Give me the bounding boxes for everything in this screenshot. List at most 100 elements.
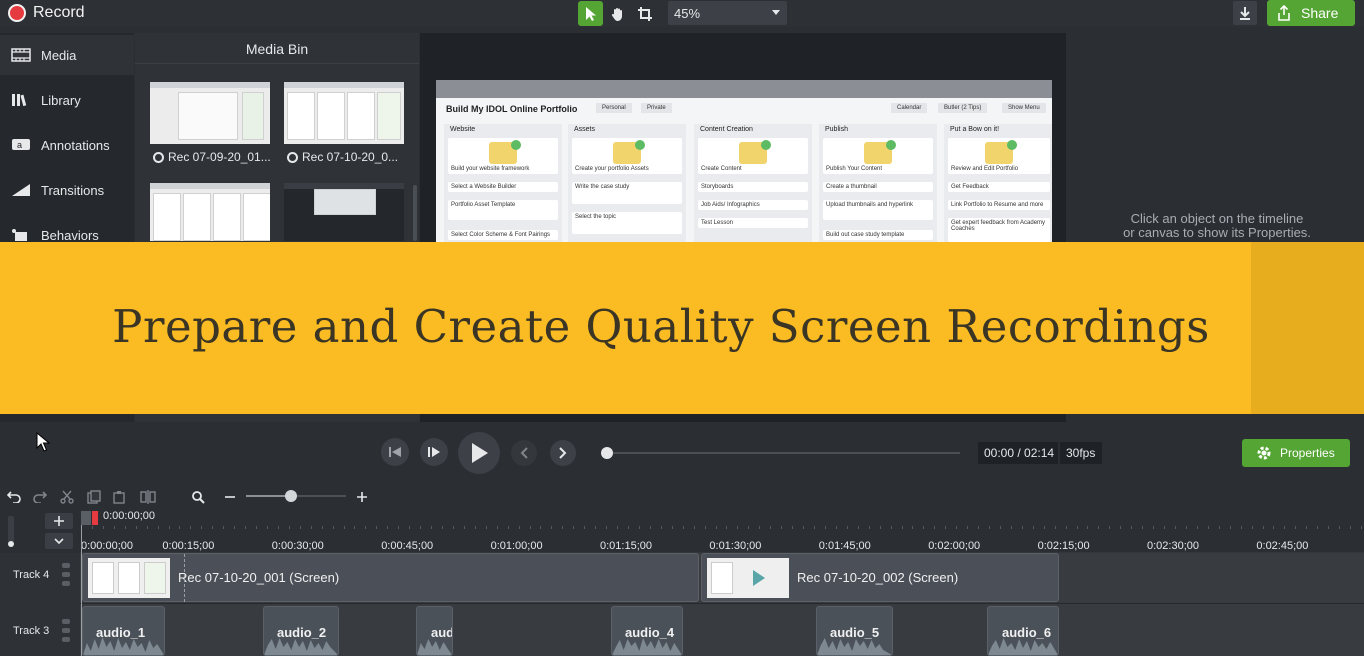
- ruler-tick-label: 0:01:15;00: [600, 540, 652, 552]
- ruler-tick: [1153, 526, 1154, 529]
- ruler-tick: [1186, 526, 1187, 529]
- sidebar-item-library[interactable]: Library: [0, 80, 134, 120]
- undo-icon[interactable]: [5, 488, 23, 506]
- media-thumbnail[interactable]: [150, 82, 270, 144]
- ruler-tick: [1317, 526, 1318, 529]
- audio-clip[interactable]: audio_1: [82, 606, 165, 656]
- ruler-tick: [420, 526, 421, 529]
- ruler-tick: [672, 526, 673, 529]
- media-item-label[interactable]: Rec 07-09-20_01...: [153, 150, 271, 164]
- board-card: Select a Website Builder: [448, 182, 558, 192]
- clip-label: Rec 07-10-20_002 (Screen): [797, 570, 959, 585]
- media-bin-scrollbar[interactable]: [413, 185, 417, 241]
- ruler-tick: [1055, 526, 1056, 529]
- track-height-handle[interactable]: [8, 541, 14, 547]
- ruler-tick: [1230, 526, 1231, 529]
- zoom-in-icon[interactable]: [353, 488, 371, 506]
- play-button[interactable]: [458, 432, 500, 474]
- ruler-tick: [551, 526, 552, 529]
- ruler-tick: [967, 526, 968, 529]
- chevron-down-icon: [772, 10, 780, 15]
- ruler-tick: [1142, 526, 1143, 529]
- track-visibility-icon[interactable]: [62, 619, 74, 646]
- ruler-tick: [814, 526, 815, 529]
- media-thumbnail[interactable]: [284, 82, 404, 144]
- board-pill: Private: [641, 103, 672, 113]
- search-icon[interactable]: [189, 488, 207, 506]
- sidebar-item-transitions[interactable]: Transitions: [0, 170, 134, 210]
- share-button[interactable]: Share: [1267, 0, 1355, 26]
- ruler-tick: [912, 526, 913, 529]
- ruler-tick: [770, 526, 771, 529]
- split-icon[interactable]: [139, 488, 157, 506]
- zoom-out-icon[interactable]: [221, 488, 239, 506]
- video-clip[interactable]: Rec 07-10-20_002 (Screen): [701, 553, 1059, 602]
- previous-frame-button[interactable]: [381, 438, 409, 466]
- ruler-tick: [464, 526, 465, 529]
- audio-clip[interactable]: audio_5: [816, 606, 893, 656]
- scrub-handle[interactable]: [601, 447, 613, 459]
- step-forward-button[interactable]: [420, 438, 448, 466]
- cut-icon[interactable]: [58, 488, 76, 506]
- collapse-tracks-button[interactable]: [45, 533, 73, 549]
- ruler-tick: [617, 526, 618, 529]
- audio-clip[interactable]: aud: [416, 606, 453, 656]
- preview-canvas[interactable]: Build My IDOL Online Portfolio Personal …: [436, 80, 1052, 242]
- redo-icon[interactable]: [31, 488, 49, 506]
- crop-icon[interactable]: [632, 1, 657, 26]
- media-item-label[interactable]: Rec 07-10-20_0...: [287, 150, 398, 164]
- record-icon[interactable]: [8, 4, 26, 22]
- zoom-slider-handle[interactable]: [285, 490, 297, 502]
- ruler-tick: [945, 526, 946, 529]
- ruler-tick: [201, 526, 202, 529]
- previous-marker-button[interactable]: [511, 440, 537, 466]
- ruler-tick: [869, 526, 870, 529]
- ruler-tick: [1339, 526, 1340, 529]
- scrub-bar[interactable]: [606, 452, 960, 454]
- ruler-tick: [245, 526, 246, 529]
- record-button-label[interactable]: Record: [33, 4, 85, 22]
- ruler-tick-label: 0:00:30;00: [271, 540, 324, 552]
- ruler-tick: [694, 526, 695, 529]
- audio-clip[interactable]: audio_6: [987, 606, 1059, 656]
- board-column: Content Creation Create Content Storyboa…: [694, 124, 812, 242]
- ruler-tick: [880, 526, 881, 529]
- ruler-tick: [147, 526, 148, 529]
- playhead-marker[interactable]: [92, 511, 98, 525]
- sidebar-item-media[interactable]: Media: [0, 35, 134, 75]
- step-back-icon: [389, 447, 401, 457]
- ruler-tick: [934, 526, 935, 529]
- ruler-tick: [1295, 526, 1296, 529]
- ruler-tick: [103, 526, 104, 529]
- next-marker-button[interactable]: [550, 440, 576, 466]
- zoom-dropdown[interactable]: 45%: [668, 1, 787, 25]
- select-arrow-icon[interactable]: [578, 1, 603, 26]
- ruler-tick: [595, 526, 596, 529]
- ruler-tick: [234, 526, 235, 529]
- media-thumbnail[interactable]: [150, 183, 270, 241]
- ruler-tick: [1284, 526, 1285, 529]
- properties-button[interactable]: Properties: [1242, 439, 1350, 467]
- audio-clip[interactable]: audio_2: [263, 606, 339, 656]
- ruler-tick: [1011, 526, 1012, 529]
- add-track-button[interactable]: [45, 513, 73, 529]
- ruler-tick: [584, 526, 585, 529]
- sidebar-item-annotations[interactable]: a Annotations: [0, 125, 134, 165]
- playhead-handle[interactable]: [81, 511, 91, 525]
- media-thumbnail[interactable]: [284, 183, 404, 241]
- copy-icon[interactable]: [85, 488, 103, 506]
- ruler-tick: [136, 526, 137, 529]
- ruler-tick: [508, 526, 509, 529]
- video-clip[interactable]: Rec 07-10-20_001 (Screen): [82, 553, 699, 602]
- track-height-slider[interactable]: [8, 516, 14, 544]
- audio-clip[interactable]: audio_4: [611, 606, 683, 656]
- annotation-icon: a: [11, 137, 31, 153]
- zoom-value: 45%: [674, 6, 701, 21]
- pan-hand-icon[interactable]: [605, 1, 630, 26]
- paste-icon[interactable]: [111, 488, 129, 506]
- track-visibility-icon[interactable]: [62, 563, 74, 590]
- sidebar-item-label: Behaviors: [41, 227, 99, 243]
- properties-hint-line: Click an object on the timeline: [1130, 211, 1304, 226]
- ruler-tick: [190, 526, 191, 529]
- download-button[interactable]: [1233, 1, 1257, 25]
